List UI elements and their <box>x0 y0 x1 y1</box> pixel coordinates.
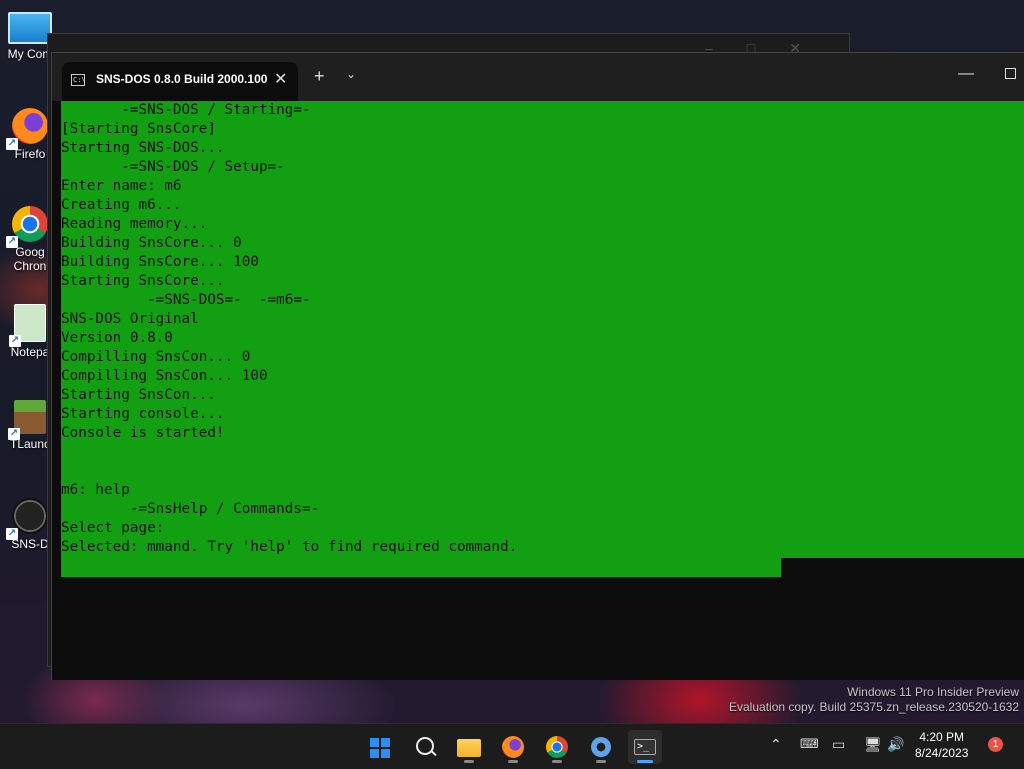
shortcut-arrow-icon: ↗ <box>6 528 18 540</box>
console-line: Reading memory... <box>61 216 208 232</box>
console-icon: C:\ <box>71 74 86 86</box>
console-line: Building SnsCore... 0 <box>61 235 242 251</box>
start-button[interactable] <box>363 730 397 764</box>
shortcut-arrow-icon: ↗ <box>9 335 21 347</box>
settings-icon <box>591 737 611 757</box>
minecraft-icon: ↗ <box>8 400 46 440</box>
console-line: Starting SNS-DOS... <box>61 140 225 156</box>
network-icon[interactable]: 🖥 <box>864 736 882 753</box>
clock[interactable]: 4:20 PM 8/24/2023 <box>915 729 968 761</box>
console-black-region <box>781 558 1024 578</box>
console-line: Starting SnsCon... <box>61 387 216 403</box>
console-line: [Starting SnsCore] <box>61 121 216 137</box>
search-button[interactable] <box>408 730 442 764</box>
console-line: -=SNS-DOS / Setup=- <box>61 159 285 175</box>
console-line: m6: help <box>61 482 130 498</box>
notepad-icon: ↗ <box>9 304 46 347</box>
console-line: -=SNS-DOS=- -=m6=- <box>61 292 311 308</box>
watermark-line-2: Evaluation copy. Build 25375.zn_release.… <box>729 700 1019 714</box>
shortcut-arrow-icon: ↗ <box>8 428 20 440</box>
console-line: Select page: <box>61 520 165 536</box>
file-explorer-icon <box>457 739 481 757</box>
console-line: -=SNS-DOS / Starting=- <box>61 102 311 118</box>
minimize-icon[interactable]: — <box>958 65 974 83</box>
taskbar: >_ ⌃ ⌨ ▭ 🖥 🔊 4:20 PM 8/24/2023 1 <box>0 723 1024 769</box>
close-tab-icon[interactable]: ✕ <box>274 69 287 89</box>
console-line: -=SnsHelp / Commands=- <box>61 501 320 517</box>
chevron-down-icon[interactable]: ⌄ <box>346 67 356 81</box>
console-line: Selected: mmand. Try 'help' to find requ… <box>61 539 518 555</box>
settings-taskbar-button[interactable] <box>584 730 618 764</box>
file-explorer-button[interactable] <box>452 730 486 764</box>
console-line: Console is started! <box>61 425 225 441</box>
console-line: Version 0.8.0 <box>61 330 173 346</box>
console-line: Creating m6... <box>61 197 182 213</box>
firefox-icon <box>502 736 524 758</box>
console-line: Enter name: m6 <box>61 178 182 194</box>
watermark-line-1: Windows 11 Pro Insider Preview <box>847 685 1019 699</box>
start-icon <box>370 738 390 758</box>
terminal-window[interactable]: C:\ SNS-DOS 0.8.0 Build 2000.100 ✕ + ⌄ —… <box>51 52 1024 680</box>
console-line: Starting SnsCore... <box>61 273 225 289</box>
terminal-taskbar-button[interactable]: >_ <box>628 730 662 764</box>
volume-icon[interactable]: 🔊 <box>887 736 904 753</box>
console-line: Building SnsCore... 100 <box>61 254 259 270</box>
shortcut-arrow-icon: ↗ <box>6 236 18 248</box>
console-output[interactable]: -=SNS-DOS / Starting=- [Starting SnsCore]… <box>61 101 1024 577</box>
chrome-icon: ↗ <box>6 206 48 248</box>
new-tab-icon[interactable]: + <box>314 66 325 87</box>
chevron-up-icon[interactable]: ⌃ <box>770 736 782 753</box>
chrome-icon <box>546 736 568 758</box>
tab-sns-dos[interactable]: C:\ SNS-DOS 0.8.0 Build 2000.100 ✕ <box>62 62 298 101</box>
title-bar[interactable]: C:\ SNS-DOS 0.8.0 Build 2000.100 ✕ + ⌄ — <box>52 53 1024 101</box>
notification-badge[interactable]: 1 <box>988 737 1003 752</box>
clock-time: 4:20 PM <box>919 730 965 744</box>
display-icon[interactable]: ▭ <box>832 736 845 753</box>
console-line: SNS-DOS Original <box>61 311 199 327</box>
console-line: Compilling SnsCon... 0 <box>61 349 251 365</box>
terminal-icon: >_ <box>634 739 656 755</box>
shortcut-arrow-icon: ↗ <box>6 138 18 150</box>
keyboard-icon[interactable]: ⌨ <box>800 736 819 752</box>
clock-date: 8/24/2023 <box>915 746 969 760</box>
windows-watermark: Windows 11 Pro Insider Preview Evaluatio… <box>729 685 1019 715</box>
chrome-taskbar-button[interactable] <box>540 730 574 764</box>
maximize-icon[interactable] <box>1005 68 1016 79</box>
sns-dos-icon: ↗ <box>6 498 48 540</box>
monitor-icon <box>8 12 52 44</box>
console-line: Starting console... <box>61 406 225 422</box>
console-line: Compilling SnsCon... 100 <box>61 368 268 384</box>
tab-title: SNS-DOS 0.8.0 Build 2000.100 <box>96 72 268 86</box>
firefox-icon: ↗ <box>6 108 48 150</box>
firefox-taskbar-button[interactable] <box>496 730 530 764</box>
